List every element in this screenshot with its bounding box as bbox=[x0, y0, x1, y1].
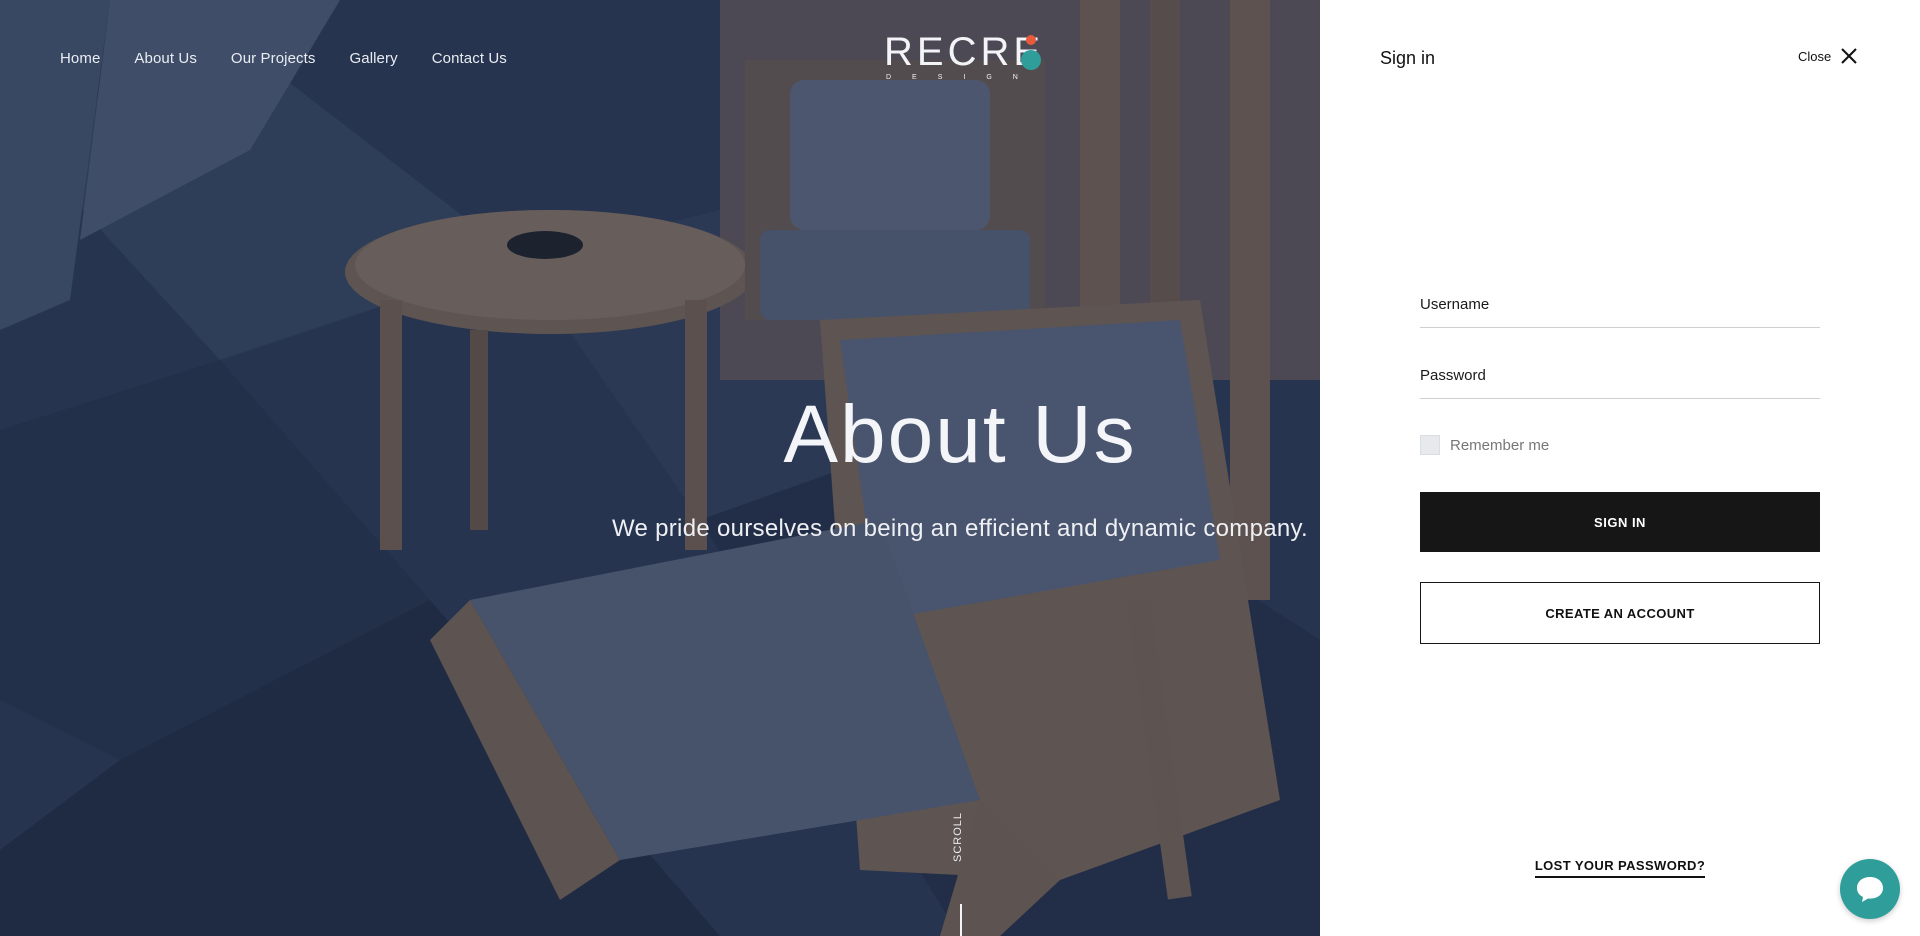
remember-me-checkbox[interactable] bbox=[1420, 435, 1440, 455]
chat-button[interactable] bbox=[1840, 859, 1900, 919]
username-input[interactable] bbox=[1420, 288, 1820, 327]
close-icon bbox=[1841, 48, 1857, 64]
scroll-label[interactable]: SCROLL bbox=[952, 812, 964, 862]
hero-title: About Us bbox=[783, 389, 1137, 480]
sign-in-button[interactable]: SIGN IN bbox=[1420, 492, 1820, 552]
password-input[interactable] bbox=[1420, 359, 1820, 398]
logo-wordmark: RECRE bbox=[884, 30, 1045, 74]
site-logo[interactable]: RECRE DESIGN bbox=[884, 30, 1045, 90]
sign-in-panel: Sign in Close Username Password Remember… bbox=[1320, 0, 1920, 936]
hero-section: Home About Us Our Projects Gallery Conta… bbox=[0, 0, 1320, 936]
nav-item-home[interactable]: Home bbox=[60, 50, 100, 67]
nav-item-our-projects[interactable]: Our Projects bbox=[231, 50, 316, 67]
remember-me: Remember me bbox=[1420, 435, 1549, 455]
lost-password-link[interactable]: LOST YOUR PASSWORD? bbox=[1534, 858, 1706, 878]
password-field-wrapper: Password bbox=[1420, 359, 1820, 399]
sign-in-title: Sign in bbox=[1380, 48, 1436, 68]
close-label: Close bbox=[1798, 48, 1832, 64]
create-account-button[interactable]: CREATE AN ACCOUNT bbox=[1420, 582, 1820, 644]
nav-item-contact-us[interactable]: Contact Us bbox=[432, 50, 507, 67]
logo-subtitle: DESIGN bbox=[886, 74, 1039, 81]
close-button[interactable]: Close bbox=[1798, 48, 1857, 64]
nav-item-about-us[interactable]: About Us bbox=[134, 50, 197, 67]
chat-bubble-icon bbox=[1857, 877, 1883, 902]
main-nav: Home About Us Our Projects Gallery Conta… bbox=[60, 50, 507, 67]
nav-item-gallery[interactable]: Gallery bbox=[349, 50, 397, 67]
scroll-indicator-line bbox=[960, 904, 962, 936]
hero-subtitle: We pride ourselves on being an efficient… bbox=[611, 515, 1309, 542]
username-field-wrapper: Username bbox=[1420, 288, 1820, 328]
remember-me-label[interactable]: Remember me bbox=[1450, 437, 1549, 454]
lost-password-wrapper: LOST YOUR PASSWORD? bbox=[1320, 857, 1920, 878]
logo-dots-icon bbox=[1021, 35, 1041, 70]
